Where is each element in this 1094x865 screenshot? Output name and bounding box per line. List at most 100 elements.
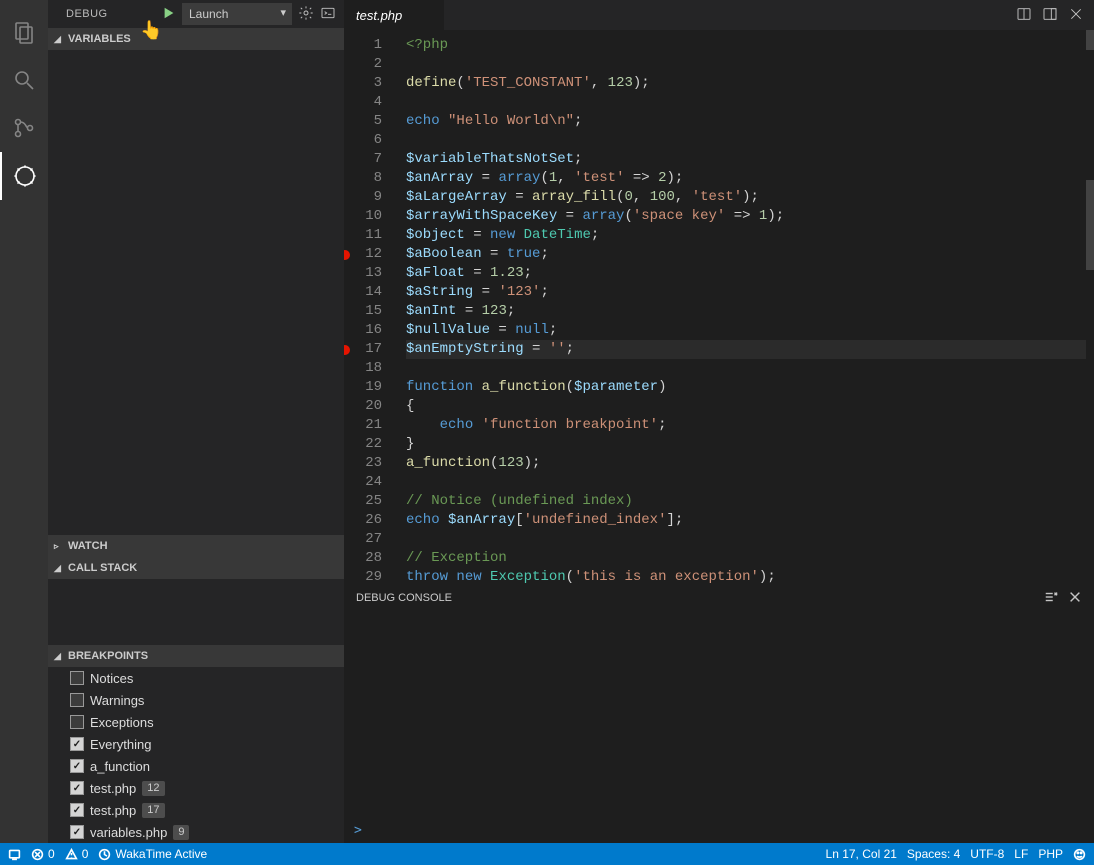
code-line[interactable]: // Notice (undefined index) — [406, 492, 1094, 511]
checkbox[interactable] — [70, 825, 84, 839]
indentation[interactable]: Spaces: 4 — [907, 847, 960, 861]
language-mode[interactable]: PHP — [1038, 847, 1063, 861]
line-number[interactable]: 21 — [344, 416, 382, 435]
line-number[interactable]: 20 — [344, 397, 382, 416]
code-line[interactable]: $anEmptyString = ''; — [406, 340, 1094, 359]
breakpoint-item[interactable]: Everything — [48, 733, 344, 755]
line-number[interactable]: 7 — [344, 150, 382, 169]
code-line[interactable]: echo $anArray['undefined_index']; — [406, 511, 1094, 530]
line-number[interactable]: 14 — [344, 283, 382, 302]
encoding[interactable]: UTF-8 — [970, 847, 1004, 861]
line-number[interactable]: 17 — [344, 340, 382, 359]
breakpoint-item[interactable]: Notices — [48, 667, 344, 689]
breakpoint-item[interactable]: Warnings — [48, 689, 344, 711]
code-line[interactable]: $aString = '123'; — [406, 283, 1094, 302]
line-number[interactable]: 19 — [344, 378, 382, 397]
line-number[interactable]: 26 — [344, 511, 382, 530]
breakpoint-item[interactable]: variables.php9 — [48, 821, 344, 843]
remote-icon[interactable] — [8, 848, 21, 861]
code-line[interactable]: { — [406, 397, 1094, 416]
code-line[interactable]: $anInt = 123; — [406, 302, 1094, 321]
split-editor-icon[interactable] — [1016, 6, 1032, 25]
editor-body[interactable]: 1234567891011121314151617181920212223242… — [344, 30, 1094, 583]
code-line[interactable] — [406, 473, 1094, 492]
close-panel-icon[interactable] — [1068, 590, 1082, 607]
breakpoint-item[interactable]: test.php17 — [48, 799, 344, 821]
code-line[interactable]: $object = new DateTime; — [406, 226, 1094, 245]
line-number[interactable]: 27 — [344, 530, 382, 549]
code-line[interactable]: define('TEST_CONSTANT', 123); — [406, 74, 1094, 93]
code-line[interactable]: function a_function($parameter) — [406, 378, 1094, 397]
code-line[interactable] — [406, 93, 1094, 112]
checkbox[interactable] — [70, 737, 84, 751]
line-number[interactable]: 11 — [344, 226, 382, 245]
checkbox[interactable] — [70, 715, 84, 729]
line-number[interactable]: 2 — [344, 55, 382, 74]
debug-icon[interactable] — [0, 152, 48, 200]
minimap[interactable] — [1086, 30, 1094, 583]
line-number[interactable]: 1 — [344, 36, 382, 55]
gear-icon[interactable] — [298, 5, 314, 24]
line-number[interactable]: 13 — [344, 264, 382, 283]
code-line[interactable]: echo "Hello World\n"; — [406, 112, 1094, 131]
line-number[interactable]: 16 — [344, 321, 382, 340]
line-number[interactable]: 24 — [344, 473, 382, 492]
debug-console-icon[interactable] — [320, 5, 336, 24]
code-line[interactable] — [406, 55, 1094, 74]
line-number[interactable]: 3 — [344, 74, 382, 93]
errors-item[interactable]: 0 — [31, 847, 55, 861]
code-line[interactable]: $aLargeArray = array_fill(0, 100, 'test'… — [406, 188, 1094, 207]
checkbox[interactable] — [70, 781, 84, 795]
line-number[interactable]: 8 — [344, 169, 382, 188]
code-line[interactable]: $anArray = array(1, 'test' => 2); — [406, 169, 1094, 188]
close-icon[interactable] — [1068, 6, 1084, 25]
breakpoint-item[interactable]: test.php12 — [48, 777, 344, 799]
line-number[interactable]: 22 — [344, 435, 382, 454]
code-line[interactable]: $aFloat = 1.23; — [406, 264, 1094, 283]
start-debug-button[interactable] — [162, 6, 176, 23]
line-number[interactable]: 29 — [344, 568, 382, 583]
watch-section-header[interactable]: ▹ WATCH — [48, 535, 344, 557]
checkbox[interactable] — [70, 693, 84, 707]
code-line[interactable]: } — [406, 435, 1094, 454]
line-number[interactable]: 25 — [344, 492, 382, 511]
tab-test-php[interactable]: test.php — [344, 0, 444, 30]
code-line[interactable]: echo 'function breakpoint'; — [406, 416, 1094, 435]
checkbox[interactable] — [70, 803, 84, 817]
code-line[interactable] — [406, 359, 1094, 378]
breakpoint-item[interactable]: Exceptions — [48, 711, 344, 733]
launch-config-select[interactable]: Launch — [182, 3, 292, 25]
code-line[interactable]: throw new Exception('this is an exceptio… — [406, 568, 1094, 583]
more-icon[interactable] — [1042, 6, 1058, 25]
code-line[interactable] — [406, 530, 1094, 549]
line-number[interactable]: 28 — [344, 549, 382, 568]
callstack-section-header[interactable]: ◢ CALL STACK — [48, 557, 344, 579]
clear-console-icon[interactable] — [1044, 590, 1058, 607]
variables-section-header[interactable]: ◢ VARIABLES — [48, 28, 344, 50]
line-number[interactable]: 9 — [344, 188, 382, 207]
line-number[interactable]: 6 — [344, 131, 382, 150]
breakpoint-dot[interactable] — [344, 250, 350, 260]
code-line[interactable]: $arrayWithSpaceKey = array('space key' =… — [406, 207, 1094, 226]
cursor-position[interactable]: Ln 17, Col 21 — [826, 847, 897, 861]
code-line[interactable]: $nullValue = null; — [406, 321, 1094, 340]
eol[interactable]: LF — [1014, 847, 1028, 861]
line-number[interactable]: 5 — [344, 112, 382, 131]
feedback-icon[interactable] — [1073, 848, 1086, 861]
warnings-item[interactable]: 0 — [65, 847, 89, 861]
line-number[interactable]: 23 — [344, 454, 382, 473]
code-line[interactable]: $aBoolean = true; — [406, 245, 1094, 264]
scm-icon[interactable] — [0, 104, 48, 152]
checkbox[interactable] — [70, 671, 84, 685]
checkbox[interactable] — [70, 759, 84, 773]
code-line[interactable]: <?php — [406, 36, 1094, 55]
code-line[interactable] — [406, 131, 1094, 150]
wakatime-item[interactable]: WakaTime Active — [98, 847, 207, 861]
line-number[interactable]: 18 — [344, 359, 382, 378]
breakpoint-dot[interactable] — [344, 345, 350, 355]
code-line[interactable]: a_function(123); — [406, 454, 1094, 473]
explorer-icon[interactable] — [0, 8, 48, 56]
code-line[interactable]: $variableThatsNotSet; — [406, 150, 1094, 169]
line-number[interactable]: 12 — [344, 245, 382, 264]
line-number[interactable]: 4 — [344, 93, 382, 112]
